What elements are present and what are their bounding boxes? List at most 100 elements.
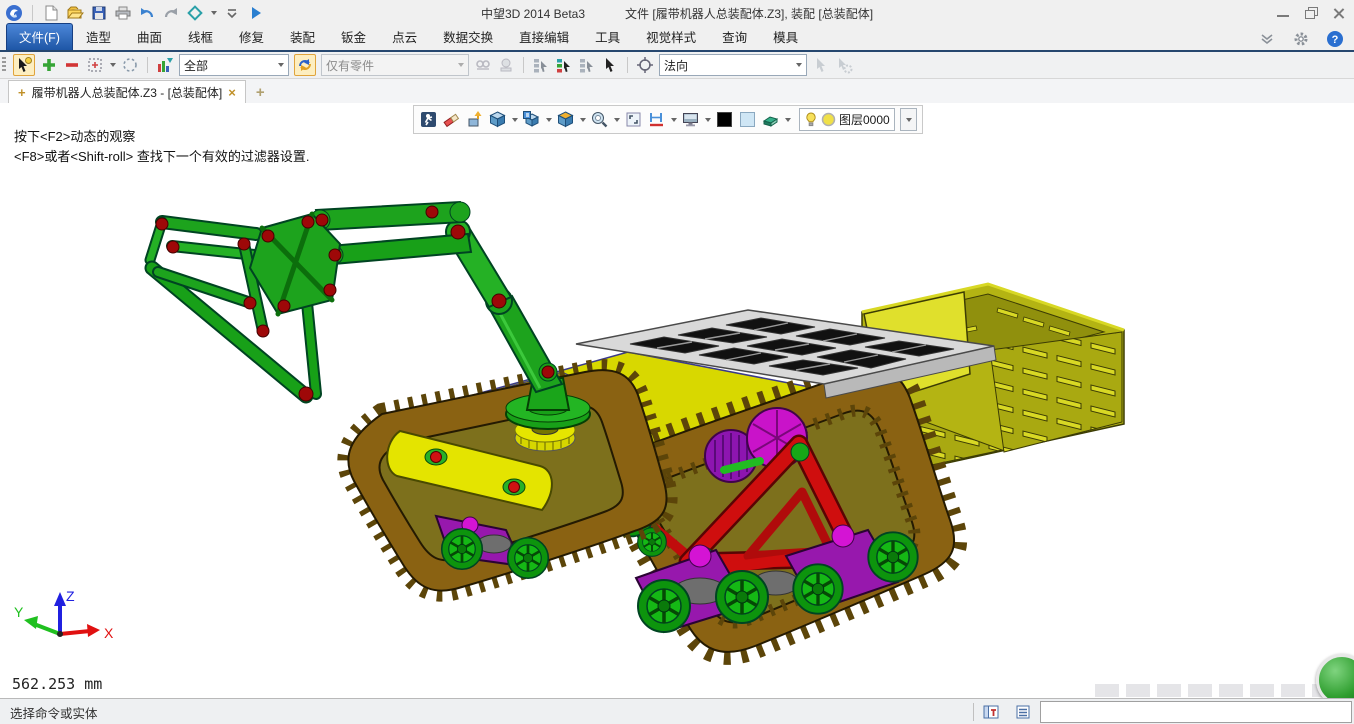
menu-surface[interactable]: 曲面	[124, 24, 175, 50]
open-file-icon[interactable]	[66, 4, 84, 22]
orientation-select-value: 法向	[664, 57, 688, 74]
menu-file[interactable]: 文件(F)	[6, 23, 73, 50]
extrude-icon[interactable]	[465, 110, 484, 129]
layer-color-icon[interactable]	[821, 112, 836, 127]
tab-pin-icon[interactable]: +	[18, 85, 26, 100]
view-navigation-icon[interactable]	[186, 4, 204, 22]
measurement-readout: 562.253 mm	[12, 675, 102, 693]
menu-pointcloud[interactable]: 点云	[379, 24, 430, 50]
menu-direct-edit[interactable]: 直接编辑	[506, 24, 582, 50]
undo-icon[interactable]	[138, 4, 156, 22]
section-view-caret[interactable]	[785, 118, 791, 122]
app-title: 中望3D 2014 Beta3	[481, 5, 585, 22]
layer-dropdown-button[interactable]	[900, 108, 917, 131]
restore-button[interactable]	[1304, 7, 1318, 19]
background-blue-swatch[interactable]	[738, 110, 757, 129]
output-log-icon[interactable]	[1014, 703, 1032, 721]
minimize-button[interactable]	[1276, 7, 1290, 19]
menu-sheetmetal[interactable]: 钣金	[328, 24, 379, 50]
menu-tools[interactable]: 工具	[582, 24, 633, 50]
divider	[627, 57, 628, 73]
svg-text:Z: Z	[66, 588, 75, 604]
watermark	[1095, 684, 1335, 697]
view-orientation-caret[interactable]	[546, 118, 552, 122]
remove-from-selection-icon[interactable]	[63, 56, 81, 74]
parts-only-select-value: 仅有零件	[326, 57, 374, 74]
menu-wireframe[interactable]: 线框	[175, 24, 226, 50]
status-message: 选择命令或实体	[0, 703, 98, 722]
pick-settings-icon	[835, 56, 853, 74]
divider	[973, 703, 974, 721]
section-view-icon[interactable]	[761, 110, 780, 129]
layer-control[interactable]: 图层0000	[799, 108, 895, 131]
zoom-icon[interactable]	[590, 110, 609, 129]
box-select-caret[interactable]	[110, 63, 116, 67]
zoom-fit-icon[interactable]	[624, 110, 643, 129]
assembly-3d-view[interactable]: Z Y X	[0, 103, 1354, 698]
orientation-select[interactable]: 法向	[659, 54, 807, 76]
view-navigation-caret[interactable]	[211, 11, 217, 15]
layer-name: 图层0000	[839, 111, 890, 128]
isometric-view-caret[interactable]	[580, 118, 586, 122]
measure-icon[interactable]	[647, 110, 666, 129]
title-bar: 中望3D 2014 Beta3 文件 [履带机器人总装配体.Z3], 装配 [总…	[0, 0, 1354, 27]
link-manager-icon	[474, 56, 492, 74]
tab-close-icon[interactable]: ×	[228, 85, 236, 100]
menu-shape[interactable]: 造型	[73, 24, 124, 50]
save-icon[interactable]	[90, 4, 108, 22]
hint-line-1: 按下<F2>动态的观察	[14, 127, 309, 147]
background-black-swatch[interactable]	[715, 110, 734, 129]
hint-line-2: <F8>或者<Shift-roll> 查找下一个有效的过滤器设置.	[14, 147, 309, 167]
menu-repair[interactable]: 修复	[226, 24, 277, 50]
menu-visual-style[interactable]: 视觉样式	[633, 24, 709, 50]
play-icon[interactable]	[247, 4, 265, 22]
menu-assembly[interactable]: 装配	[277, 24, 328, 50]
display-mode-caret[interactable]	[705, 118, 711, 122]
da-toolbar: 图层0000	[413, 105, 923, 134]
collapse-toolbar-icon[interactable]	[223, 4, 241, 22]
app-logo-icon	[5, 4, 23, 22]
pick-tool-icon[interactable]	[13, 54, 35, 76]
command-input[interactable]	[1040, 701, 1352, 723]
print-icon[interactable]	[114, 4, 132, 22]
settings-gear-icon[interactable]	[1292, 30, 1310, 48]
new-file-icon[interactable]	[42, 4, 60, 22]
pick-list-prev-icon[interactable]	[532, 56, 550, 74]
layer-bulb-icon[interactable]	[804, 112, 818, 128]
pick-list-cycle-icon[interactable]	[555, 56, 573, 74]
measure-caret[interactable]	[671, 118, 677, 122]
menu-mold[interactable]: 模具	[760, 24, 811, 50]
display-mode-icon[interactable]	[681, 110, 700, 129]
lasso-select-icon[interactable]	[121, 56, 139, 74]
status-bar: 选择命令或实体	[0, 698, 1354, 724]
new-tab-button[interactable]: +	[246, 84, 275, 103]
isometric-view-icon[interactable]	[556, 110, 575, 129]
reorient-view-icon[interactable]	[636, 56, 654, 74]
view-orientation-icon[interactable]	[522, 110, 541, 129]
cursor-pick-icon[interactable]	[601, 56, 619, 74]
robot-arm[interactable]	[150, 202, 590, 451]
shaded-view-icon[interactable]	[488, 110, 507, 129]
add-to-selection-icon[interactable]	[40, 56, 58, 74]
zoom-caret[interactable]	[614, 118, 620, 122]
eraser-icon[interactable]	[442, 110, 461, 129]
pick-from-list-toggle-icon[interactable]	[294, 54, 316, 76]
expand-ribbon-icon[interactable]	[1258, 30, 1276, 48]
graphics-viewport[interactable]: Z Y X	[0, 103, 1354, 698]
box-select-icon[interactable]	[86, 56, 104, 74]
exit-icon[interactable]	[419, 110, 438, 129]
redo-icon[interactable]	[162, 4, 180, 22]
selection-toolbar: 全部 仅有零件 法向	[0, 52, 1354, 79]
shaded-view-caret[interactable]	[512, 118, 518, 122]
menu-data-exchange[interactable]: 数据交换	[430, 24, 506, 50]
manager-panel-icon[interactable]	[982, 703, 1000, 721]
close-button[interactable]	[1332, 7, 1346, 19]
filter-select[interactable]: 全部	[179, 54, 289, 76]
left-track[interactable]	[348, 370, 666, 591]
menu-inquire[interactable]: 查询	[709, 24, 760, 50]
toolbar-grip[interactable]	[2, 57, 6, 73]
pick-list-next-icon[interactable]	[578, 56, 596, 74]
help-icon[interactable]: ?	[1326, 30, 1344, 48]
document-tab-active[interactable]: + 履带机器人总装配体.Z3 - [总装配体] ×	[8, 80, 246, 104]
selection-filter-icon[interactable]	[156, 56, 174, 74]
